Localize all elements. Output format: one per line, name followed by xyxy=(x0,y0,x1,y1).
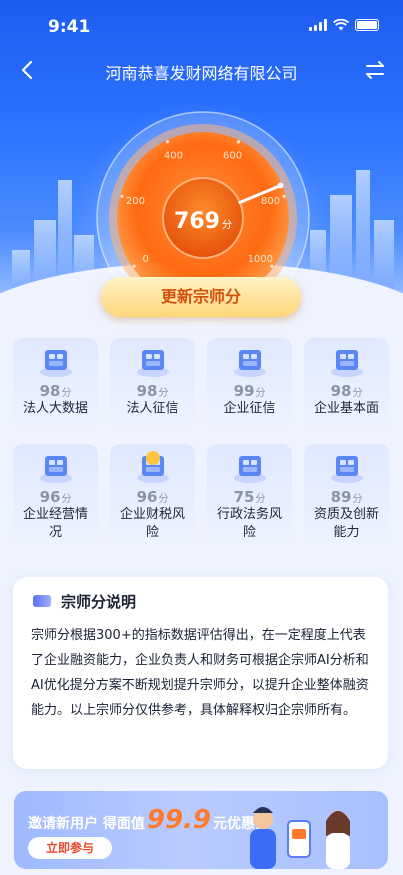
metric-score-unit: 分 xyxy=(61,388,72,399)
law-court-icon xyxy=(230,448,270,484)
description-text: 宗师分根据300+的指标数据评估得出，在一定程度上代表了企业融资能力，企业负责人… xyxy=(31,628,369,718)
people-illustration xyxy=(250,807,350,869)
metric-score-unit: 分 xyxy=(61,494,72,505)
gauge-tick-mark xyxy=(165,140,170,144)
gauge-tick-mark xyxy=(270,264,274,268)
score-value: 769 xyxy=(174,209,220,234)
page-title: 河南恭喜发财网络有限公司 xyxy=(105,64,298,83)
metric-score: 98分 xyxy=(110,382,195,400)
description-card: 宗师分说明 宗师分根据300+的指标数据评估得出，在一定程度上代表了企业融资能力… xyxy=(13,577,388,769)
metric-score-unit: 分 xyxy=(352,388,363,399)
update-score-button[interactable]: 更新宗师分 xyxy=(101,277,301,317)
metric-score-unit: 分 xyxy=(255,388,266,399)
metric-score-unit: 分 xyxy=(158,494,169,505)
city-building xyxy=(374,220,394,290)
metric-label: 企业征信 xyxy=(223,401,276,416)
gauge-tick-label: 1000 xyxy=(248,254,273,265)
metric-score-value: 98 xyxy=(136,382,158,400)
description-header: 宗师分说明 xyxy=(33,589,136,613)
score-unit: 分 xyxy=(221,220,232,231)
metric-score: 98分 xyxy=(13,382,98,400)
metric-card[interactable]: 98分 企业基本面 xyxy=(304,338,389,428)
signal-icon xyxy=(309,19,327,31)
metrics-grid: 98分 法人大数据 98分 法人征信 99分 企业征信 98分 企业基本面 96分 企业经营情况 9… xyxy=(13,338,390,546)
metric-score-value: 96 xyxy=(39,488,61,506)
metric-label: 企业经营情况 xyxy=(22,507,88,540)
join-now-button[interactable]: 立即参与 xyxy=(28,837,112,859)
score-display: 769 分 xyxy=(170,209,236,239)
metric-label: 企业财税风险 xyxy=(119,507,185,540)
metric-label: 法人征信 xyxy=(126,401,179,416)
gauge-tick-label: 200 xyxy=(126,196,145,207)
invite-banner[interactable]: 邀请新用户 得面值 99.9 元优惠券 立即参与 xyxy=(14,791,388,869)
metric-score-value: 89 xyxy=(330,488,352,506)
metric-score-unit: 分 xyxy=(352,494,363,505)
status-icons xyxy=(309,19,379,31)
document-icon xyxy=(33,595,51,607)
metric-score-value: 98 xyxy=(330,382,352,400)
metric-score-value: 75 xyxy=(233,488,255,506)
description-title: 宗师分说明 xyxy=(61,592,137,611)
metric-card[interactable]: 98分 法人征信 xyxy=(110,338,195,428)
city-building xyxy=(356,170,370,290)
gauge-tick-label: 800 xyxy=(261,196,280,207)
certificate-icon xyxy=(327,448,367,484)
metric-score-unit: 分 xyxy=(255,494,266,505)
gauge-tick-mark xyxy=(236,140,241,144)
nav-bar: 河南恭喜发财网络有限公司 xyxy=(0,52,403,88)
gauge-tick-mark xyxy=(120,194,124,198)
calculator-icon xyxy=(36,448,76,484)
tax-coin-icon xyxy=(133,448,173,484)
gauge-needle-tip xyxy=(277,182,284,189)
metric-card[interactable]: 99分 企业征信 xyxy=(207,338,292,428)
metric-score: 98分 xyxy=(304,382,389,400)
metric-card[interactable]: 75分 行政法务风险 xyxy=(207,444,292,546)
metric-label: 企业基本面 xyxy=(313,401,379,416)
metric-card[interactable]: 89分 资质及创新能力 xyxy=(304,444,389,546)
gauge-tick-label: 600 xyxy=(223,151,242,162)
metric-score-value: 98 xyxy=(39,382,61,400)
monitor-id-icon xyxy=(133,342,173,378)
swap-icon[interactable] xyxy=(361,56,389,84)
status-bar: 9:41 xyxy=(0,0,403,50)
metric-card[interactable]: 98分 法人大数据 xyxy=(13,338,98,428)
gauge-tick-mark xyxy=(282,194,286,198)
metric-score: 75分 xyxy=(207,488,292,506)
banner-prefix: 邀请新用户 得面值 xyxy=(28,816,145,832)
metric-score-value: 99 xyxy=(233,382,255,400)
status-time: 9:41 xyxy=(48,17,91,37)
metric-score-value: 96 xyxy=(136,488,158,506)
office-building-icon xyxy=(230,342,270,378)
metric-score: 96分 xyxy=(13,488,98,506)
wifi-icon xyxy=(333,19,349,31)
gauge-tick-mark xyxy=(132,264,136,268)
banner-amount: 99.9 xyxy=(146,805,212,835)
gauge-tick-label: 0 xyxy=(143,254,149,265)
metric-score: 99分 xyxy=(207,382,292,400)
gauge-tick-label: 400 xyxy=(164,151,183,162)
metric-card[interactable]: 96分 企业财税风险 xyxy=(110,444,195,546)
metric-label: 行政法务风险 xyxy=(216,507,282,540)
city-chart-icon xyxy=(36,342,76,378)
metric-label: 法人大数据 xyxy=(22,401,88,416)
government-building-icon xyxy=(327,342,367,378)
battery-icon xyxy=(355,19,379,31)
metric-score: 89分 xyxy=(304,488,389,506)
metric-card[interactable]: 96分 企业经营情况 xyxy=(13,444,98,546)
metric-score-unit: 分 xyxy=(158,388,169,399)
metric-score: 96分 xyxy=(110,488,195,506)
metric-label: 资质及创新能力 xyxy=(313,507,379,540)
